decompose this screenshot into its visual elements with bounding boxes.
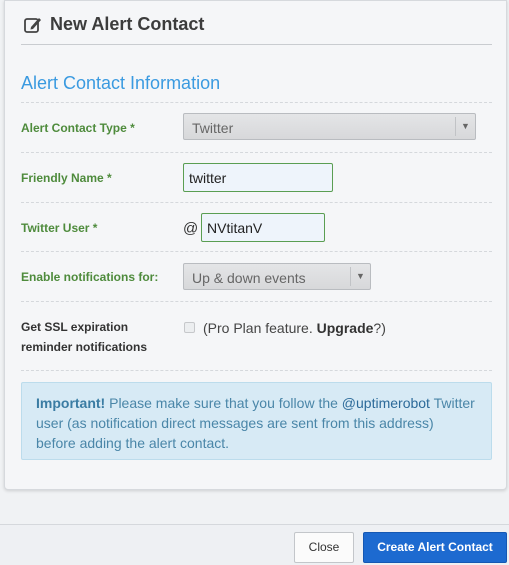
friendly-name-input[interactable]: twitter: [183, 163, 333, 192]
modal-header: New Alert Contact: [21, 11, 492, 45]
close-button[interactable]: Close: [294, 532, 354, 563]
notifications-value: Up & down events: [192, 270, 306, 286]
divider: [21, 370, 492, 371]
edit-icon: [24, 18, 41, 33]
friendly-name-label: Friendly Name *: [21, 171, 112, 185]
uptimerobot-mention: @uptimerobot: [341, 395, 430, 411]
divider: [21, 301, 492, 302]
divider: [21, 202, 492, 203]
notifications-select[interactable]: Up & down events ▼: [183, 263, 371, 290]
twitter-user-input[interactable]: NVtitanV: [201, 213, 325, 242]
notifications-label: Enable notifications for:: [21, 270, 159, 284]
divider: [21, 102, 492, 103]
ssl-pro-note: (Pro Plan feature. Upgrade?): [203, 320, 386, 336]
alert-contact-modal: New Alert Contact Alert Contact Informat…: [4, 0, 507, 490]
contact-type-value: Twitter: [192, 120, 234, 136]
create-alert-contact-button[interactable]: Create Alert Contact: [363, 532, 507, 563]
chevron-down-icon: ▼: [455, 117, 475, 136]
section-title: Alert Contact Information: [21, 73, 221, 93]
ssl-label-line2: reminder notifications: [21, 340, 148, 354]
upgrade-link[interactable]: Upgrade: [317, 320, 374, 336]
divider: [21, 152, 492, 153]
ssl-label: Get SSL expiration reminder notification…: [21, 317, 147, 357]
twitter-user-label: Twitter User *: [21, 221, 98, 235]
divider: [21, 251, 492, 252]
ssl-note-prefix: (Pro Plan feature.: [203, 320, 317, 336]
at-prefix: @: [183, 220, 199, 237]
alert-strong: Important!: [36, 395, 106, 411]
chevron-down-icon: ▼: [350, 267, 370, 286]
modal-title: New Alert Contact: [50, 14, 205, 34]
ssl-note-suffix: ?): [373, 320, 386, 336]
important-alert: Important! Please make sure that you fol…: [21, 382, 492, 460]
contact-type-select[interactable]: Twitter ▼: [183, 113, 476, 140]
contact-type-label: Alert Contact Type *: [21, 121, 135, 135]
friendly-name-value: twitter: [189, 170, 227, 186]
alert-text: Please make sure that you follow the: [105, 395, 342, 411]
twitter-user-value: NVtitanV: [207, 220, 263, 236]
ssl-label-line1: Get SSL expiration: [21, 320, 129, 334]
ssl-checkbox[interactable]: [184, 322, 195, 333]
